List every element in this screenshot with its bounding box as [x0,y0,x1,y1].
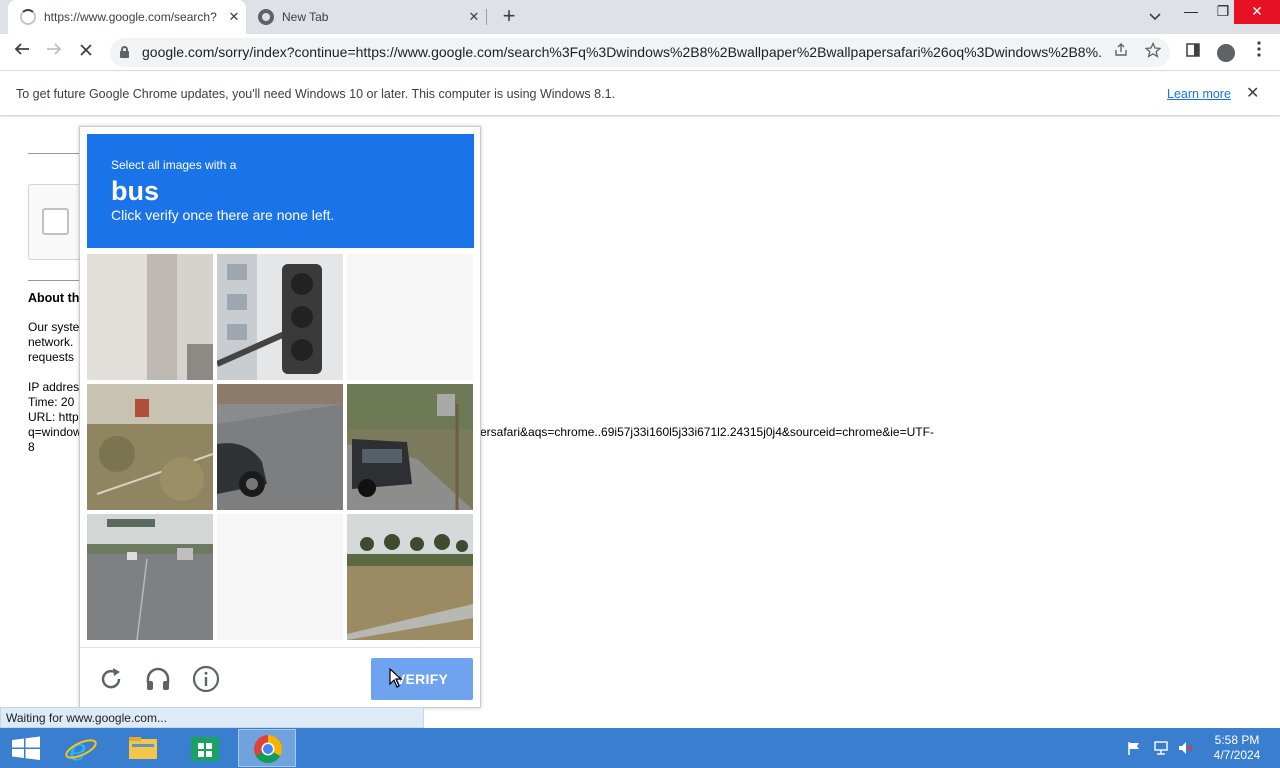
tile-palm-trees-field[interactable] [347,514,473,640]
tile-car-on-road[interactable] [217,384,343,510]
infobar-message: To get future Google Chrome updates, you… [16,87,615,101]
instruction-text: Select all images with a [111,158,237,172]
tab-new-tab[interactable]: New Tab ✕ [248,0,486,34]
store-icon[interactable] [176,729,234,767]
tile-blank[interactable] [347,254,473,380]
image-tile-grid [87,254,474,641]
tile-suv-parked[interactable] [347,384,473,510]
tile-pillar[interactable] [87,254,213,380]
chrome-favicon-icon [258,9,274,25]
tile-highway[interactable] [87,514,213,640]
about-heading: About th [28,291,80,305]
target-object: bus [111,176,160,206]
divider [28,280,80,281]
captcha-challenge-dialog: Select all images with a bus Click verif… [79,126,481,708]
clock-date: 4/7/2024 [1213,748,1261,762]
url-text[interactable]: google.com/sorry/index?continue=https://… [142,44,1102,60]
tile-overgrown-sign[interactable] [87,384,213,510]
challenge-header: Select all images with a bus Click verif… [87,134,474,248]
ip-info-block: IP addres Time: 20 URL: http q=window 8 [28,380,82,454]
challenge-footer: VERIFY [80,647,480,707]
menu-kebab-icon[interactable] [1246,40,1272,66]
info-icon[interactable] [192,665,220,693]
tile-traffic-light[interactable] [217,254,343,380]
tab-google-search[interactable]: https://www.google.com/search? ✕ [8,0,246,34]
volume-muted-icon[interactable] [1178,740,1194,756]
windows-taskbar: e 5:58 PM 4/7/2024 [0,728,1280,768]
tab-separator [486,9,487,25]
new-tab-button[interactable]: + [497,5,521,29]
tab-close-icon[interactable]: ✕ [462,9,486,25]
recaptcha-checkbox[interactable] [42,208,69,235]
reload-icon[interactable] [97,665,125,693]
url-continuation: ersafari&aqs=chrome..69i57j33i160l5j33i6… [480,425,934,439]
learn-more-link[interactable]: Learn more [1167,87,1231,101]
bookmark-star-icon[interactable] [1142,41,1164,64]
tab-strip: https://www.google.com/search? ✕ New Tab… [0,0,1280,34]
clock-time: 5:58 PM [1214,733,1260,747]
about-paragraph: Our syste network. requests [28,320,80,364]
lock-icon[interactable] [120,46,129,58]
profile-avatar-icon[interactable] [1217,44,1235,62]
start-button[interactable] [0,729,58,767]
share-icon[interactable] [1110,42,1132,64]
stop-loading-button[interactable] [72,39,100,67]
forward-button[interactable] [40,39,68,67]
tab-title: New Tab [282,10,329,24]
audio-headphones-icon[interactable] [144,665,172,693]
instruction-subtext: Click verify once there are none left. [111,207,335,223]
divider [28,153,80,154]
taskbar-clock[interactable]: 5:58 PM 4/7/2024 [1200,733,1274,763]
side-panel-icon[interactable] [1180,40,1206,66]
tab-search-icon[interactable] [1142,4,1168,28]
svg-text:e: e [69,733,87,767]
tab-close-icon[interactable]: ✕ [222,9,246,25]
update-infobar: To get future Google Chrome updates, you… [0,72,1280,116]
tab-title: https://www.google.com/search? [44,10,217,24]
back-button[interactable] [8,39,36,67]
verify-button[interactable]: VERIFY [371,658,473,700]
network-icon[interactable] [1153,740,1169,756]
chrome-icon[interactable] [238,729,296,767]
address-bar[interactable]: google.com/sorry/index?continue=https://… [110,38,1170,67]
window-close-button[interactable]: ✕ [1234,0,1280,24]
loading-spinner-icon [20,9,36,25]
file-explorer-icon[interactable] [114,729,172,767]
browser-toolbar: google.com/sorry/index?continue=https://… [0,34,1280,71]
status-bubble: Waiting for www.google.com... [0,707,424,728]
action-center-flag-icon[interactable] [1126,740,1142,756]
tile-blank[interactable] [217,514,343,640]
internet-explorer-icon[interactable]: e [52,729,110,768]
infobar-close-icon[interactable]: ✕ [1246,83,1259,103]
mouse-pointer-icon [389,667,403,693]
